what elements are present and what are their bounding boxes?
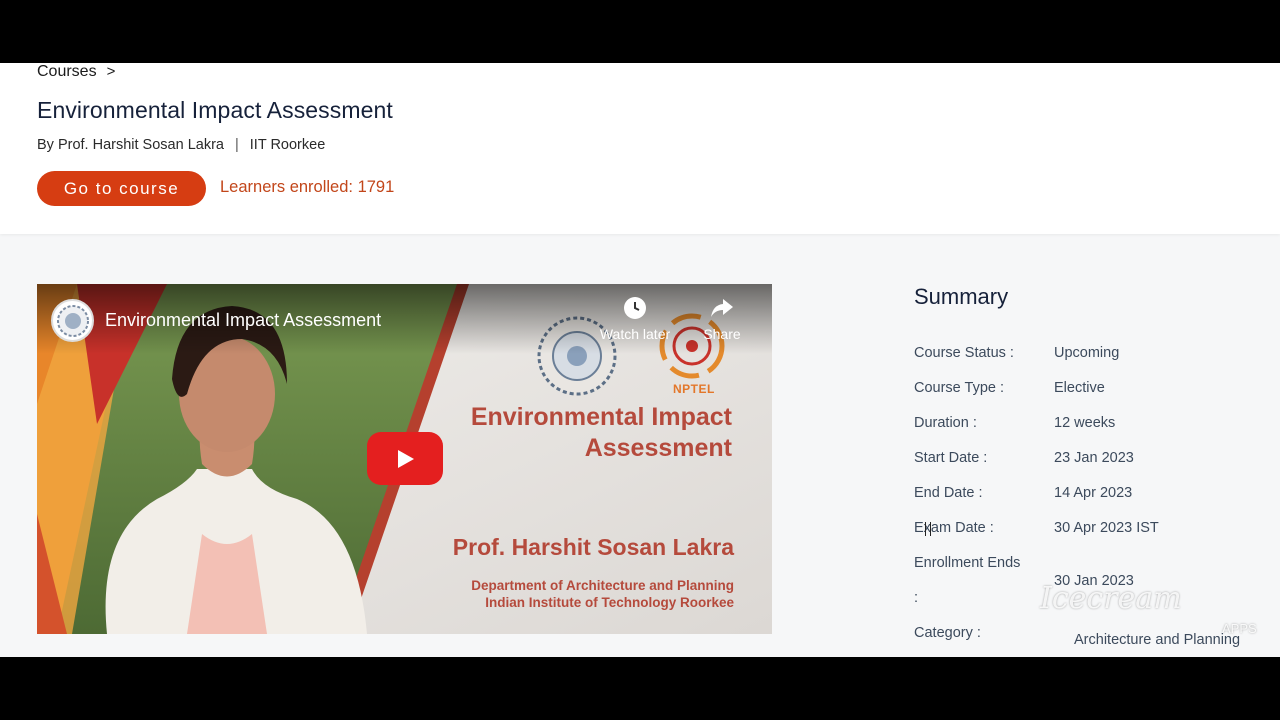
slide-title: Environmental Impact Assessment xyxy=(402,402,732,464)
clock-icon xyxy=(624,297,646,319)
breadcrumb-separator: > xyxy=(106,63,116,80)
channel-avatar[interactable] xyxy=(51,299,94,342)
summary-value: 23 Jan 2023 xyxy=(1054,450,1134,466)
summary-value: 14 Apr 2023 xyxy=(1054,485,1133,501)
share-button[interactable]: Share xyxy=(682,296,762,342)
summary-value: 30 Apr 2023 IST xyxy=(1054,520,1159,536)
course-header: Courses > Environmental Impact Assessmen… xyxy=(0,63,1280,234)
nptel-logo-text: NPTEL xyxy=(673,382,715,396)
page-title: Environmental Impact Assessment xyxy=(37,97,393,123)
summary-value: Elective xyxy=(1054,380,1105,396)
breadcrumb: Courses > xyxy=(37,63,115,81)
page-viewport: Courses > Environmental Impact Assessmen… xyxy=(0,63,1280,657)
byline-divider: | xyxy=(234,137,239,153)
summary-panel: Summary Course Status : Upcoming Course … xyxy=(914,284,1274,648)
slide-title-line2: Assessment xyxy=(584,434,732,462)
instructor-name: By Prof. Harshit Sosan Lakra xyxy=(37,137,224,153)
slide-department-line2: Indian Institute of Technology Roorkee xyxy=(485,595,734,610)
slide-title-line1: Environmental Impact xyxy=(470,403,732,431)
summary-label: End Date : xyxy=(914,485,983,501)
slide-department: Department of Architecture and Planning … xyxy=(471,577,734,611)
summary-label: Course Type : xyxy=(914,380,1005,396)
video-title[interactable]: Environmental Impact Assessment xyxy=(105,310,381,331)
summary-label: Enrollment Ends xyxy=(914,555,1021,571)
slide-professor-name: Prof. Harshit Sosan Lakra xyxy=(452,534,734,560)
summary-label: Start Date : xyxy=(914,450,988,466)
watch-later-button[interactable]: Watch later xyxy=(595,296,675,342)
summary-value: Upcoming xyxy=(1054,345,1120,361)
summary-label: Category : xyxy=(914,625,981,641)
slide-department-line1: Department of Architecture and Planning xyxy=(471,578,734,593)
text-cursor-icon xyxy=(925,522,931,536)
institute-name: IIT Roorkee xyxy=(249,137,326,153)
learners-enrolled-count: Learners enrolled: 1791 xyxy=(220,178,395,196)
summary-heading: Summary xyxy=(914,284,1009,309)
course-byline: By Prof. Harshit Sosan Lakra | IIT Roork… xyxy=(37,137,325,153)
summary-label-colon: : xyxy=(914,590,919,606)
share-label: Share xyxy=(703,326,741,342)
summary-value: 12 weeks xyxy=(1054,415,1116,431)
watch-later-label: Watch later xyxy=(599,326,671,342)
share-arrow-icon xyxy=(711,299,733,317)
go-to-course-button[interactable]: Go to course xyxy=(37,171,206,206)
iit-roorkee-logo-icon xyxy=(56,304,89,337)
summary-label: Duration : xyxy=(914,415,977,431)
summary-value: 30 Jan 2023 xyxy=(1054,573,1134,589)
breadcrumb-courses-link[interactable]: Courses xyxy=(37,63,97,81)
summary-value: Architecture and Planning xyxy=(1074,632,1241,648)
summary-label: Exam Date : xyxy=(914,520,994,536)
video-player[interactable]: Environmental Impact Assessment Watch la… xyxy=(37,284,772,634)
summary-label: Course Status : xyxy=(914,345,1014,361)
